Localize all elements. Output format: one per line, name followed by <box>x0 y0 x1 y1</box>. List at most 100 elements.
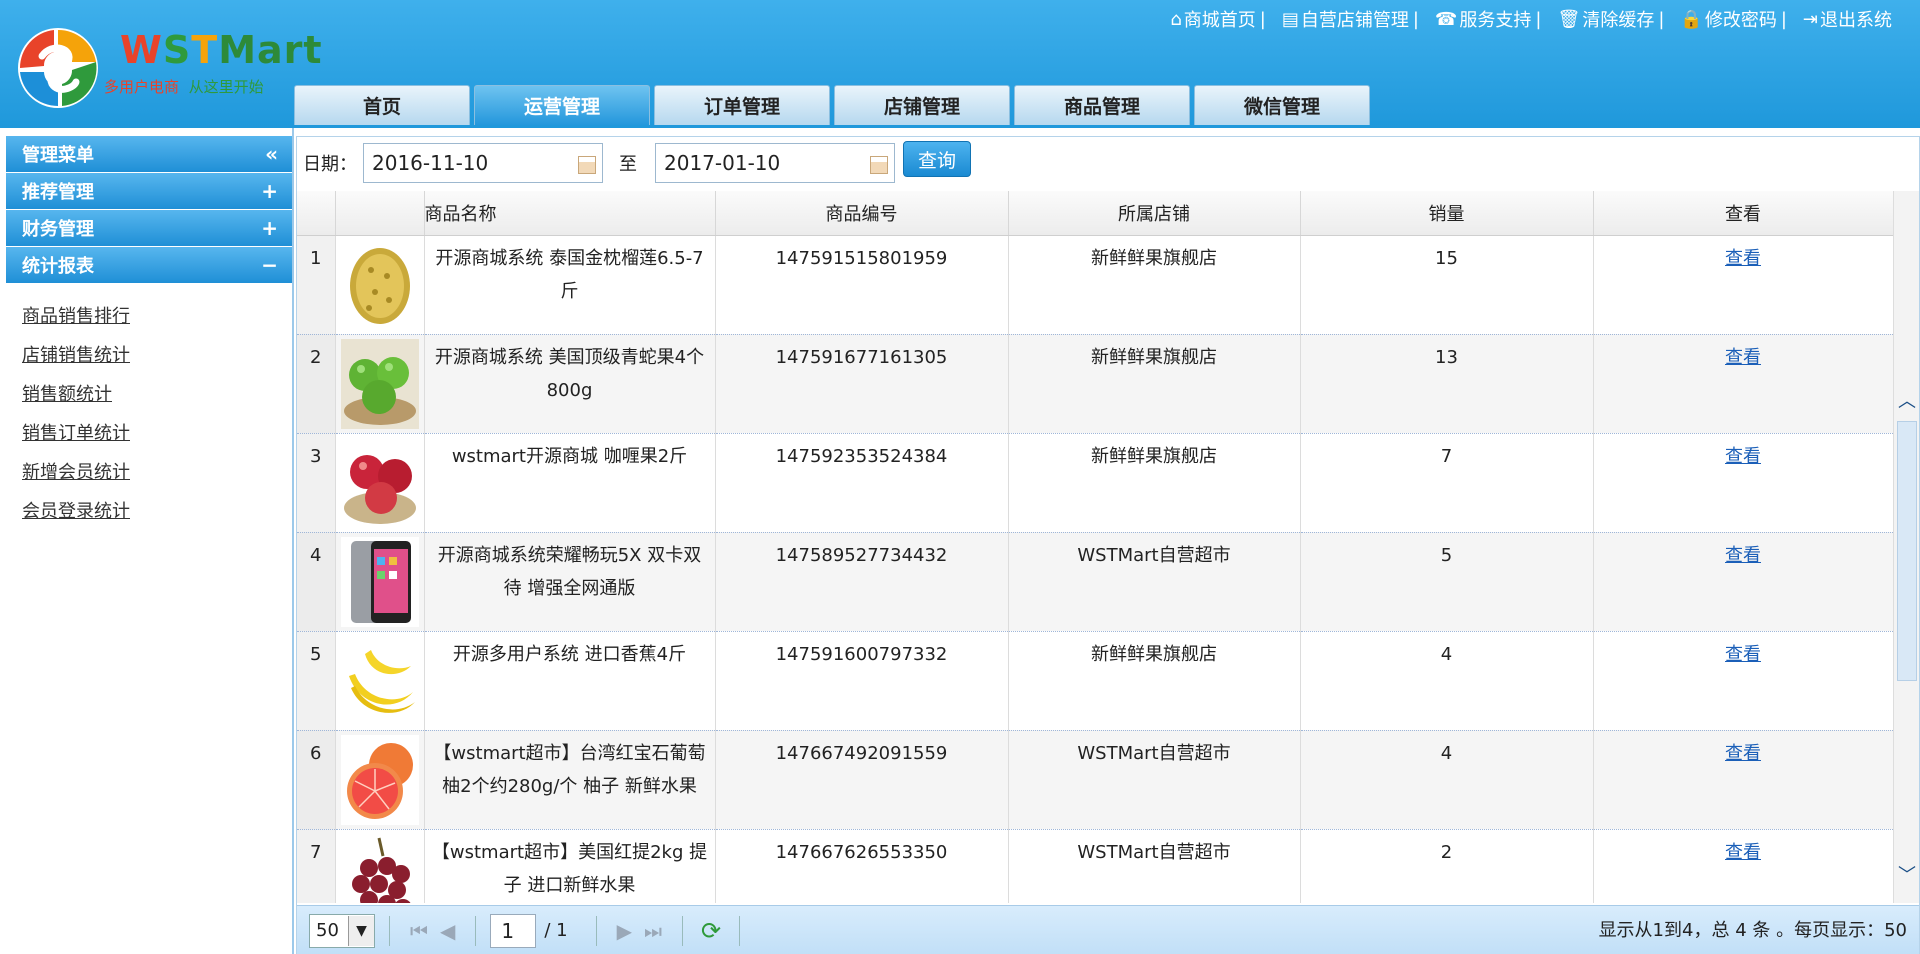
topnav-item[interactable]: ⌂ 商城首页 | <box>1166 6 1278 32</box>
topnav-item[interactable]: 🗑 清除缓存 | <box>1553 6 1676 32</box>
topnav-separator: | <box>1780 8 1787 30</box>
topnav-label: 清除缓存 <box>1582 10 1655 31</box>
goods-code: 147591515801959 <box>715 235 1009 335</box>
grapefruit-image <box>340 734 419 825</box>
goods-name: 开源商城系统荣耀畅玩5X 双卡双待 增强全网通版 <box>424 532 716 632</box>
goods-name: wstmart开源商城 咖喱果2斤 <box>424 433 716 533</box>
chevron-down-icon[interactable]: ▼ <box>348 915 374 946</box>
view-link[interactable]: 查看 <box>1725 446 1761 467</box>
header-goods-name[interactable]: 商品名称 <box>424 191 716 236</box>
header-view: 查看 <box>1593 191 1893 236</box>
view-link[interactable]: 查看 <box>1725 644 1761 665</box>
logo[interactable]: WSTMart 多用户电商 从这里开始 <box>12 22 322 112</box>
minus-icon[interactable]: − <box>261 253 278 277</box>
logo-mark-icon <box>18 28 98 108</box>
topnav-separator: | <box>1412 8 1419 30</box>
scroll-down-icon[interactable]: ﹀ <box>1898 867 1916 885</box>
view-link[interactable]: 查看 <box>1725 743 1761 764</box>
page-number-input[interactable]: 1 <box>490 913 537 948</box>
tab-5[interactable]: 微信管理 <box>1194 85 1370 125</box>
sidebar-link[interactable]: 销售额统计 <box>22 375 292 414</box>
table-row[interactable]: 1 开源商城系统 泰国金枕榴莲6.5-7斤 147591515801959 新鲜鲜果旗… <box>297 235 1893 335</box>
scroll-up-icon[interactable]: ︿ <box>1898 393 1916 411</box>
calendar-icon[interactable] <box>578 156 596 174</box>
header-shop[interactable]: 所属店铺 <box>1008 191 1301 236</box>
header-goods-code[interactable]: 商品编号 <box>715 191 1009 236</box>
goods-name: 【wstmart超市】台湾红宝石葡萄柚2个约280g/个 柚子 新鲜水果 <box>424 730 716 830</box>
table-row[interactable]: 7 【wstmart超市】美国红提2kg 提子 进口新鲜水果 14766762655… <box>297 829 1893 903</box>
shop-name: WSTMart自营超市 <box>1008 829 1301 903</box>
topnav-item[interactable]: ⇥ 退出系统 <box>1799 6 1896 32</box>
start-date-input[interactable]: 2016-11-10 <box>363 143 603 183</box>
scrollbar-thumb[interactable] <box>1897 421 1917 681</box>
product-thumbnail[interactable] <box>335 829 425 903</box>
expand-icon[interactable]: + <box>261 179 278 203</box>
sidebar-link[interactable]: 店铺销售统计 <box>22 336 292 375</box>
table-row[interactable]: 5 开源多用户系统 进口香蕉4斤 147591600797332 新鲜鲜果旗舰店 4 查看 <box>297 631 1893 731</box>
tab-3[interactable]: 店铺管理 <box>834 85 1010 125</box>
topnav-item[interactable]: 🔒 修改密码 | <box>1676 6 1799 32</box>
topnav-item[interactable]: ☎ 服务支持 | <box>1431 6 1554 32</box>
first-page-icon[interactable]: ⏮ <box>410 919 428 943</box>
date-label: 日期： <box>303 154 357 175</box>
product-thumbnail[interactable] <box>335 433 425 533</box>
date-filter: 日期： 2016-11-10 至 2017-01-10 查询 <box>297 137 1919 189</box>
shop-name: WSTMart自营超市 <box>1008 532 1301 632</box>
end-date-input[interactable]: 2017-01-10 <box>655 143 895 183</box>
vertical-scrollbar[interactable]: ︿ ﹀ <box>1893 191 1919 903</box>
last-page-icon[interactable]: ⏭ <box>644 919 662 943</box>
sidebar-section[interactable]: 统计报表 − <box>6 247 292 283</box>
sales-ranking-table: 商品名称 商品编号 所属店铺 销量 查看 1 开源商城系统 泰国金枕榴莲6.5-7… <box>297 191 1893 903</box>
date-range-separator: 至 <box>619 154 637 175</box>
table-row[interactable]: 2 开源商城系统 美国顶级青蛇果4个800g 147591677161305 新鲜鲜果… <box>297 334 1893 434</box>
sales-count: 4 <box>1300 730 1594 830</box>
page-size-select[interactable]: 50 ▼ <box>309 913 375 948</box>
expand-icon[interactable]: + <box>261 216 278 240</box>
sidebar-section[interactable]: 财务管理 + <box>6 210 292 246</box>
table-row[interactable]: 6 【wstmart超市】台湾红宝石葡萄柚2个约280g/个 柚子 新鲜水果 147… <box>297 730 1893 830</box>
next-page-icon[interactable]: ▶ <box>617 919 632 943</box>
product-thumbnail[interactable] <box>335 334 425 434</box>
sidebar-link[interactable]: 销售订单统计 <box>22 414 292 453</box>
sales-count: 2 <box>1300 829 1594 903</box>
tab-1[interactable]: 运营管理 <box>474 85 650 125</box>
topnav-separator: | <box>1259 8 1266 30</box>
refresh-icon[interactable]: ⟳ <box>701 917 721 945</box>
row-index: 6 <box>297 730 336 830</box>
product-thumbnail[interactable] <box>335 235 425 335</box>
view-link[interactable]: 查看 <box>1725 842 1761 863</box>
topnav-separator: | <box>1535 8 1542 30</box>
sidebar-link[interactable]: 会员登录统计 <box>22 492 292 531</box>
pager-divider <box>739 915 741 946</box>
sidebar-link[interactable]: 新增会员统计 <box>22 453 292 492</box>
view-cell: 查看 <box>1593 532 1893 632</box>
view-cell: 查看 <box>1593 829 1893 903</box>
main-panel: 日期： 2016-11-10 至 2017-01-10 查询 商品名称 商品编号… <box>296 136 1920 954</box>
topnav-item[interactable]: ▤ 自营店铺管理 | <box>1278 6 1431 32</box>
sidebar-section[interactable]: 推荐管理 + <box>6 173 292 209</box>
query-button[interactable]: 查询 <box>903 141 971 177</box>
view-link[interactable]: 查看 <box>1725 347 1761 368</box>
header-sales[interactable]: 销量 <box>1300 191 1594 236</box>
product-thumbnail[interactable] <box>335 631 425 731</box>
red-apple-image <box>340 437 419 528</box>
pager-divider <box>595 915 597 946</box>
tab-0[interactable]: 首页 <box>294 85 470 125</box>
sidebar-section[interactable]: 管理菜单 « <box>6 136 292 172</box>
prev-page-icon[interactable]: ◀ <box>440 919 455 943</box>
product-thumbnail[interactable] <box>335 730 425 830</box>
collapse-icon[interactable]: « <box>265 142 278 166</box>
product-thumbnail[interactable] <box>335 532 425 632</box>
view-cell: 查看 <box>1593 730 1893 830</box>
table-row[interactable]: 3 wstmart开源商城 咖喱果2斤 147592353524384 新鲜鲜果旗舰店… <box>297 433 1893 533</box>
view-link[interactable]: 查看 <box>1725 248 1761 269</box>
sidebar-link[interactable]: 商品销售排行 <box>22 297 292 336</box>
calendar-icon[interactable] <box>870 156 888 174</box>
tab-4[interactable]: 商品管理 <box>1014 85 1190 125</box>
table-row[interactable]: 4 开源商城系统荣耀畅玩5X 双卡双待 增强全网通版 147589527734432… <box>297 532 1893 632</box>
view-link[interactable]: 查看 <box>1725 545 1761 566</box>
header-image <box>335 191 425 236</box>
tab-2[interactable]: 订单管理 <box>654 85 830 125</box>
main-tabs: 首页 运营管理 订单管理 店铺管理 商品管理 微信管理 <box>294 85 1370 125</box>
goods-code: 147589527734432 <box>715 532 1009 632</box>
